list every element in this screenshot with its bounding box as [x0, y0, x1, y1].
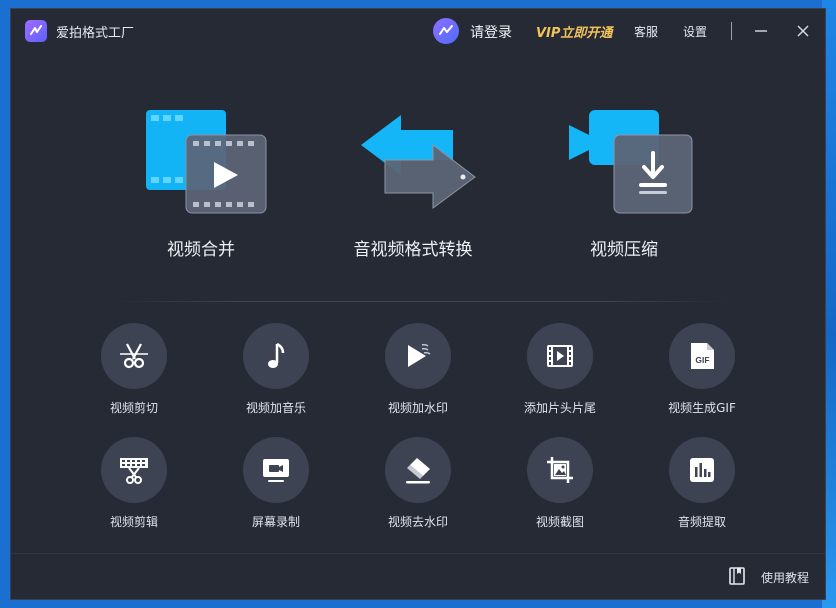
tool-video-edit-button[interactable] — [101, 437, 167, 503]
minimize-button[interactable] — [751, 21, 771, 41]
close-button[interactable] — [793, 21, 813, 41]
app-logo-icon — [25, 20, 47, 42]
film-scissors-icon — [120, 458, 148, 484]
format-convert-label: 音视频格式转换 — [353, 240, 473, 260]
title-bar: 爱拍格式工厂 请登录 VIP立即开通 客服 设置 — [11, 9, 825, 53]
tool-audio-extract-button[interactable] — [669, 437, 735, 503]
video-merge-tool[interactable]: 视频合并 — [96, 95, 306, 270]
app-window: 爱拍格式工厂 请登录 VIP立即开通 客服 设置 视频合并 音视频格式转换 视频… — [10, 8, 826, 600]
tool-video-cut-label: 视频剪切 — [109, 401, 158, 415]
tool-add-watermark-button[interactable] — [385, 323, 451, 389]
play-watermark-icon — [408, 343, 431, 367]
customer-service-link[interactable]: 客服 — [634, 23, 658, 40]
video-compress-label: 视频压缩 — [590, 240, 658, 260]
crop-image-icon — [547, 457, 573, 483]
eraser-icon — [406, 458, 430, 484]
tool-add-music[interactable]: 视频加音乐 — [221, 323, 331, 433]
film-strip-icon — [547, 345, 573, 367]
tool-add-music-label: 视频加音乐 — [245, 401, 306, 415]
app-title: 爱拍格式工厂 — [56, 26, 135, 41]
music-note-icon — [268, 342, 285, 368]
tool-add-watermark-label: 视频加水印 — [387, 401, 448, 415]
gif-file-icon: GIF — [691, 343, 714, 369]
scissors-icon — [120, 343, 148, 369]
tool-intro-outro-button[interactable] — [527, 323, 593, 389]
tool-remove-watermark-label: 视频去水印 — [387, 515, 448, 529]
tool-video-gif-label: 视频生成GIF — [668, 401, 736, 415]
tool-add-music-button[interactable] — [243, 323, 309, 389]
tool-video-edit[interactable]: 视频剪辑 — [79, 437, 189, 547]
tool-video-cut-button[interactable] — [101, 323, 167, 389]
tool-video-screenshot[interactable]: 视频截图 — [505, 437, 615, 547]
format-convert-icon — [353, 105, 483, 215]
settings-link[interactable]: 设置 — [683, 23, 707, 40]
tool-video-gif-button[interactable]: GIF — [669, 323, 735, 389]
title-divider — [731, 22, 732, 40]
login-avatar-icon[interactable] — [433, 18, 459, 44]
tool-video-cut[interactable]: 视频剪切 — [79, 323, 189, 433]
video-merge-label: 视频合并 — [167, 240, 235, 260]
vip-upgrade-link[interactable]: VIP立即开通 — [536, 22, 612, 41]
tool-intro-outro-label: 添加片头片尾 — [523, 401, 596, 415]
svg-text:GIF: GIF — [695, 355, 709, 365]
tool-remove-watermark-button[interactable] — [385, 437, 451, 503]
format-convert-tool[interactable]: 音视频格式转换 — [308, 95, 518, 270]
tool-video-screenshot-label: 视频截图 — [535, 515, 584, 529]
main-tools: 视频合并 音视频格式转换 视频压缩 — [11, 95, 825, 270]
screen-record-icon — [263, 459, 289, 482]
tool-screen-record-button[interactable] — [243, 437, 309, 503]
footer-divider — [11, 553, 825, 554]
tool-intro-outro[interactable]: 添加片头片尾 — [505, 323, 615, 433]
tool-audio-extract[interactable]: 音频提取 — [647, 437, 757, 547]
tool-video-edit-label: 视频剪辑 — [109, 515, 158, 529]
tool-audio-extract-label: 音频提取 — [677, 515, 726, 529]
audio-wave-icon — [690, 458, 714, 482]
tool-screen-record[interactable]: 屏幕录制 — [221, 437, 331, 547]
tool-add-watermark[interactable]: 视频加水印 — [363, 323, 473, 433]
book-icon[interactable] — [728, 566, 748, 586]
section-divider — [111, 301, 731, 302]
tool-screen-record-label: 屏幕录制 — [251, 515, 300, 529]
video-merge-icon — [141, 105, 271, 215]
login-link[interactable]: 请登录 — [470, 22, 512, 42]
tool-video-gif[interactable]: GIF 视频生成GIF — [647, 323, 757, 433]
video-compress-icon — [564, 105, 694, 215]
tool-video-screenshot-button[interactable] — [527, 437, 593, 503]
tool-remove-watermark[interactable]: 视频去水印 — [363, 437, 473, 547]
tutorial-link[interactable]: 使用教程 — [761, 569, 809, 586]
video-compress-tool[interactable]: 视频压缩 — [519, 95, 729, 270]
